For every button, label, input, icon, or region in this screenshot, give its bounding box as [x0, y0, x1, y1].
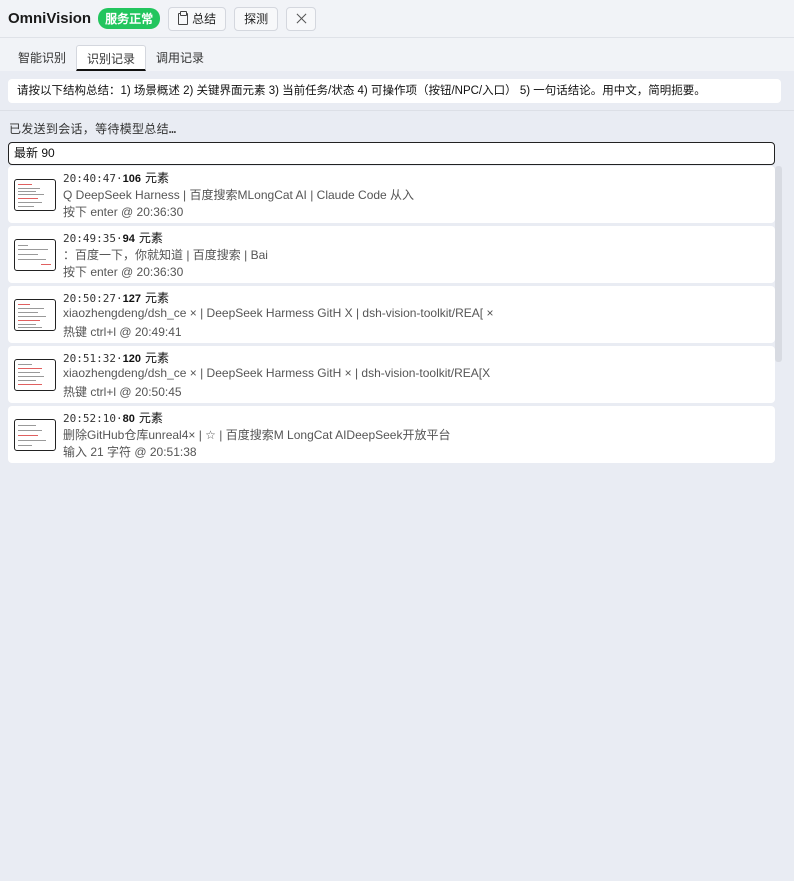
- record-action: 按下 enter @ 20:36:30: [63, 205, 184, 219]
- close-icon: [296, 13, 307, 24]
- probe-button[interactable]: 探测: [234, 6, 279, 31]
- record-header: 20:50:27·127 元素: [63, 289, 493, 306]
- record-time: 20:50:27: [63, 292, 116, 305]
- screenshot-thumbnail[interactable]: [14, 298, 56, 331]
- record-window-titles: Q DeepSeek Harness | 百度搜索MLongCat AI | C…: [63, 188, 415, 202]
- record-separator: ·: [115, 292, 123, 305]
- record-time: 20:40:47: [63, 172, 116, 185]
- element-unit: 元素: [144, 171, 169, 185]
- record-row[interactable]: 20:49:35·94 元素 ：百度一下，你就知道 | 百度搜索 | Bai 按下 e…: [8, 226, 775, 283]
- element-unit: 元素: [138, 411, 163, 425]
- record-time: 20:49:35: [63, 232, 116, 245]
- record-action: 热键 ctrl+l @ 20:49:41: [63, 325, 182, 339]
- record-meta: 20:52:10·80 元素 删除GitHub仓库unreal4× | ☆ | 百度…: [63, 409, 450, 460]
- record-window-titles: ：百度一下，你就知道 | 百度搜索 | Bai: [63, 248, 268, 262]
- record-time: 20:52:10: [63, 412, 116, 425]
- element-count: 94: [122, 233, 135, 245]
- element-count: 127: [122, 293, 141, 305]
- record-separator: ·: [115, 172, 123, 185]
- element-count: 106: [122, 173, 141, 185]
- app-title: OmniVision: [8, 10, 92, 27]
- record-separator: ·: [115, 352, 123, 365]
- app-header: OmniVision 服务正常 总结 探测: [0, 0, 794, 38]
- record-header: 20:49:35·94 元素: [63, 229, 268, 246]
- status-text: 已发送到会话，等待模型总结…: [9, 122, 177, 136]
- element-unit: 元素: [138, 231, 163, 245]
- record-window-titles: 删除GitHub仓库unreal4× | ☆ | 百度搜索M LongCat A…: [63, 428, 451, 442]
- probe-button-label: 探测: [244, 12, 269, 26]
- divider: [0, 110, 794, 111]
- clipboard-icon: [178, 10, 189, 25]
- screenshot-thumbnail[interactable]: [14, 358, 56, 391]
- record-row[interactable]: 20:51:32·120 元素 xiaozhengdeng/dsh_ce × | D…: [8, 346, 775, 403]
- screenshot-thumbnail[interactable]: [14, 178, 56, 211]
- summary-button[interactable]: 总结: [168, 6, 227, 31]
- element-count: 120: [122, 353, 141, 365]
- status-badge: 服务正常: [98, 8, 161, 29]
- tab-smart-recognition[interactable]: 智能识别: [8, 45, 76, 71]
- record-header: 20:51:32·120 元素: [63, 349, 490, 366]
- close-button[interactable]: [286, 6, 317, 31]
- prompt-input[interactable]: 请按以下结构总结：1) 场景概述 2) 关键界面元素 3) 当前任务/状态 4)…: [8, 79, 781, 103]
- screenshot-thumbnail[interactable]: [14, 238, 56, 271]
- record-row[interactable]: 20:40:47·106 元素 Q DeepSeek Harness | 百度搜索M…: [8, 166, 775, 223]
- record-action: 按下 enter @ 20:36:30: [63, 265, 184, 279]
- record-row[interactable]: 20:52:10·80 元素 删除GitHub仓库unreal4× | ☆ | 百度…: [8, 406, 775, 463]
- record-header: 20:52:10·80 元素: [63, 409, 450, 426]
- record-time: 20:51:32: [63, 352, 116, 365]
- tab-bar: 智能识别 识别记录 调用记录: [0, 38, 794, 71]
- scrollbar[interactable]: [775, 166, 782, 362]
- record-row[interactable]: 20:50:27·127 元素 xiaozhengdeng/dsh_ce × | D…: [8, 286, 775, 343]
- filter-input[interactable]: 最新 90: [8, 142, 775, 165]
- record-list: 20:40:47·106 元素 Q DeepSeek Harness | 百度搜索M…: [8, 166, 775, 466]
- element-count: 80: [122, 413, 135, 425]
- record-action: 输入 21 字符 @ 20:51:38: [63, 445, 197, 459]
- record-meta: 20:51:32·120 元素 xiaozhengdeng/dsh_ce × | D…: [63, 349, 490, 400]
- record-action: 热键 ctrl+l @ 20:50:45: [63, 385, 182, 399]
- tab-recognition-records[interactable]: 识别记录: [76, 45, 147, 71]
- record-separator: ·: [115, 232, 123, 245]
- record-separator: ·: [115, 412, 123, 425]
- element-unit: 元素: [144, 291, 169, 305]
- record-meta: 20:50:27·127 元素 xiaozhengdeng/dsh_ce × | D…: [63, 289, 493, 340]
- summary-button-label: 总结: [192, 12, 217, 26]
- record-window-titles: xiaozhengdeng/dsh_ce × | DeepSeek Harmes…: [63, 366, 491, 380]
- record-header: 20:40:47·106 元素: [63, 169, 414, 186]
- screenshot-thumbnail[interactable]: [14, 418, 56, 451]
- record-meta: 20:49:35·94 元素 ：百度一下，你就知道 | 百度搜索 | Bai 按下 e…: [63, 229, 268, 280]
- record-window-titles: xiaozhengdeng/dsh_ce × | DeepSeek Harmes…: [63, 306, 494, 320]
- element-unit: 元素: [144, 351, 169, 365]
- tab-call-records[interactable]: 调用记录: [146, 45, 214, 71]
- record-meta: 20:40:47·106 元素 Q DeepSeek Harness | 百度搜索M…: [63, 169, 414, 220]
